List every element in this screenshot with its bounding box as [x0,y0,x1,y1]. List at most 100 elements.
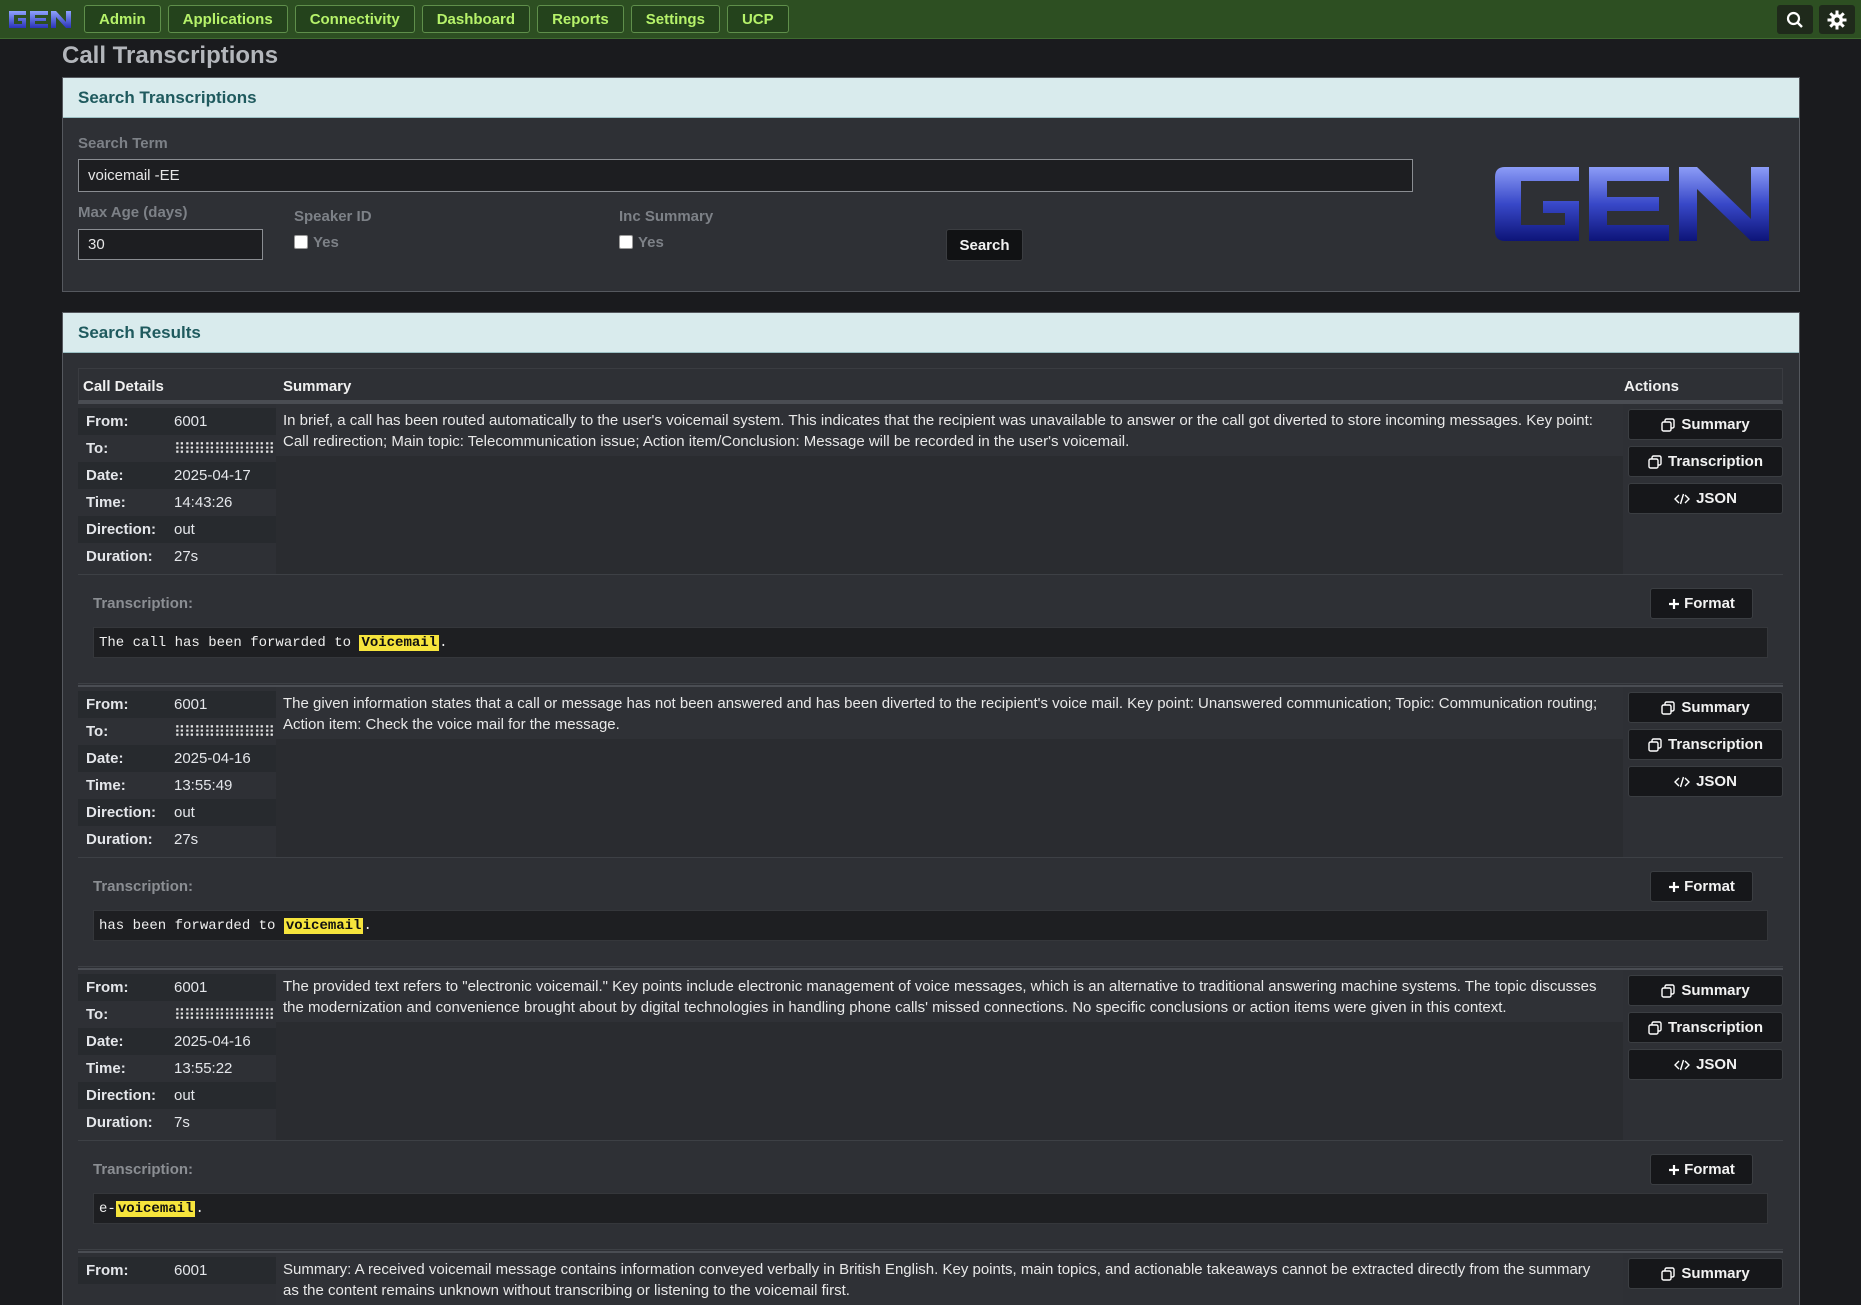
gen-logo[interactable] [6,4,74,34]
summary-text: In brief, a call has been routed automat… [283,412,1593,450]
copy-icon [1648,454,1662,469]
summary-button[interactable]: Summary [1628,975,1783,1006]
to-label: To: [86,1006,109,1023]
from-label: From: [86,979,129,996]
inc-summary-checkbox[interactable] [619,235,633,249]
speaker-id-label: Speaker ID [294,208,372,225]
date-label: Date: [86,1033,124,1050]
code-icon [1674,776,1691,787]
max-age-label: Max Age (days) [78,204,188,221]
table-row: From: 6001 To: ⠿⠿⠿⠿⠿⠿⠿⠿⠿⠿ Date: 2025-04-16 … [78,968,1783,1251]
plus-icon [1669,881,1680,892]
time-value: 14:43:26 [174,494,233,511]
summary-text: Summary: A received voicemail message co… [283,1261,1591,1299]
time-label: Time: [86,777,126,794]
summary-cell: In brief, a call has been routed automat… [276,404,1623,574]
json-button[interactable]: JSON [1628,1049,1783,1080]
to-value: ⠿⠿⠿⠿⠿⠿⠿⠿⠿⠿ [174,1006,275,1024]
plus-icon [1669,1164,1680,1175]
transcription-section: Transcription: Format has been forwarded… [78,857,1783,967]
format-button-label: Format [1684,595,1735,612]
copy-icon [1661,1266,1676,1281]
nav-dashboard[interactable]: Dashboard [421,5,531,33]
summary-button-label: Summary [1681,416,1750,433]
nav-settings[interactable]: Settings [630,5,720,33]
transcription-label: Transcription: [93,878,194,895]
direction-label: Direction: [86,804,157,821]
speaker-id-option: Yes [313,234,339,251]
speaker-id-checkbox[interactable] [294,235,308,249]
transcription-button[interactable]: Transcription [1628,446,1783,477]
duration-value: 27s [174,548,199,565]
inc-summary-label: Inc Summary [619,208,714,225]
summary-button[interactable]: Summary [1628,409,1783,440]
table-row: From: 6001 Summary: A received voicemail … [78,1251,1783,1305]
transcription-text-after: . [195,1200,204,1217]
direction-value: out [174,521,195,538]
summary-text: The given information states that a call… [283,695,1598,733]
format-button-label: Format [1684,1161,1735,1178]
to-value: ⠿⠿⠿⠿⠿⠿⠿⠿⠿⠿ [174,723,275,741]
transcription-text: has been forwarded to voicemail. [93,910,1768,941]
summary-text: The provided text refers to "electronic … [283,978,1597,1016]
nav-admin[interactable]: Admin [84,5,161,33]
nav-applications[interactable]: Applications [167,5,288,33]
search-term-input[interactable]: voicemail -EE [78,159,1413,192]
table-row: From: 6001 To: ⠿⠿⠿⠿⠿⠿⠿⠿⠿⠿ Date: 2025-04-17 … [78,402,1783,685]
date-value: 2025-04-16 [174,1033,251,1050]
summary-button-label: Summary [1681,982,1750,999]
json-button-label: JSON [1696,773,1737,790]
results-panel-header: Search Results [63,313,1799,353]
format-button[interactable]: Format [1650,871,1753,902]
format-button[interactable]: Format [1650,1154,1753,1185]
transcription-text-before: e- [99,1200,116,1217]
time-label: Time: [86,1060,126,1077]
gear-icon[interactable] [1819,5,1855,34]
copy-icon [1661,417,1676,432]
summary-cell: Summary: A received voicemail message co… [276,1253,1623,1305]
max-age-input[interactable]: 30 [78,229,263,260]
summary-button[interactable]: Summary [1628,692,1783,723]
date-label: Date: [86,467,124,484]
to-value: ⠿⠿⠿⠿⠿⠿⠿⠿⠿⠿ [174,440,275,458]
json-button-label: JSON [1696,490,1737,507]
direction-value: out [174,804,195,821]
copy-icon [1661,983,1676,998]
duration-label: Duration: [86,1114,153,1131]
from-value: 6001 [174,696,208,713]
format-button[interactable]: Format [1650,588,1753,619]
summary-button[interactable]: Summary [1628,1258,1783,1289]
transcription-button[interactable]: Transcription [1628,1012,1783,1043]
json-button[interactable]: JSON [1628,483,1783,514]
transcription-text-before: The call has been forwarded to [99,634,360,651]
from-value: 6001 [174,413,208,430]
table-row: From: 6001 To: ⠿⠿⠿⠿⠿⠿⠿⠿⠿⠿ Date: 2025-04-16 … [78,685,1783,968]
transcription-text-before: has been forwarded to [99,917,284,934]
from-value: 6001 [174,1262,208,1279]
nav-connectivity[interactable]: Connectivity [294,5,415,33]
transcription-button-label: Transcription [1667,1019,1764,1036]
search-highlight: Voicemail [359,634,440,651]
to-label: To: [86,723,109,740]
summary-cell: The given information states that a call… [276,687,1623,857]
search-icon[interactable] [1777,5,1813,34]
search-term-label: Search Term [78,135,168,152]
results-table-header: Call Details Summary Actions [78,368,1783,402]
transcription-button-label: Transcription [1667,453,1764,470]
search-button[interactable]: Search [946,229,1023,261]
search-highlight: voicemail [115,1200,196,1217]
transcription-text: e-voicemail. [93,1193,1768,1224]
nav-reports[interactable]: Reports [537,5,624,33]
column-call-details: Call Details [83,378,164,395]
transcription-button[interactable]: Transcription [1628,729,1783,760]
transcription-label: Transcription: [93,1161,194,1178]
json-button[interactable]: JSON [1628,766,1783,797]
search-highlight: voicemail [283,917,364,934]
copy-icon [1648,737,1662,752]
copy-icon [1648,1020,1662,1035]
nav-ucp[interactable]: UCP [726,5,789,33]
summary-button-label: Summary [1681,699,1750,716]
transcription-label: Transcription: [93,595,194,612]
direction-label: Direction: [86,521,157,538]
direction-value: out [174,1087,195,1104]
